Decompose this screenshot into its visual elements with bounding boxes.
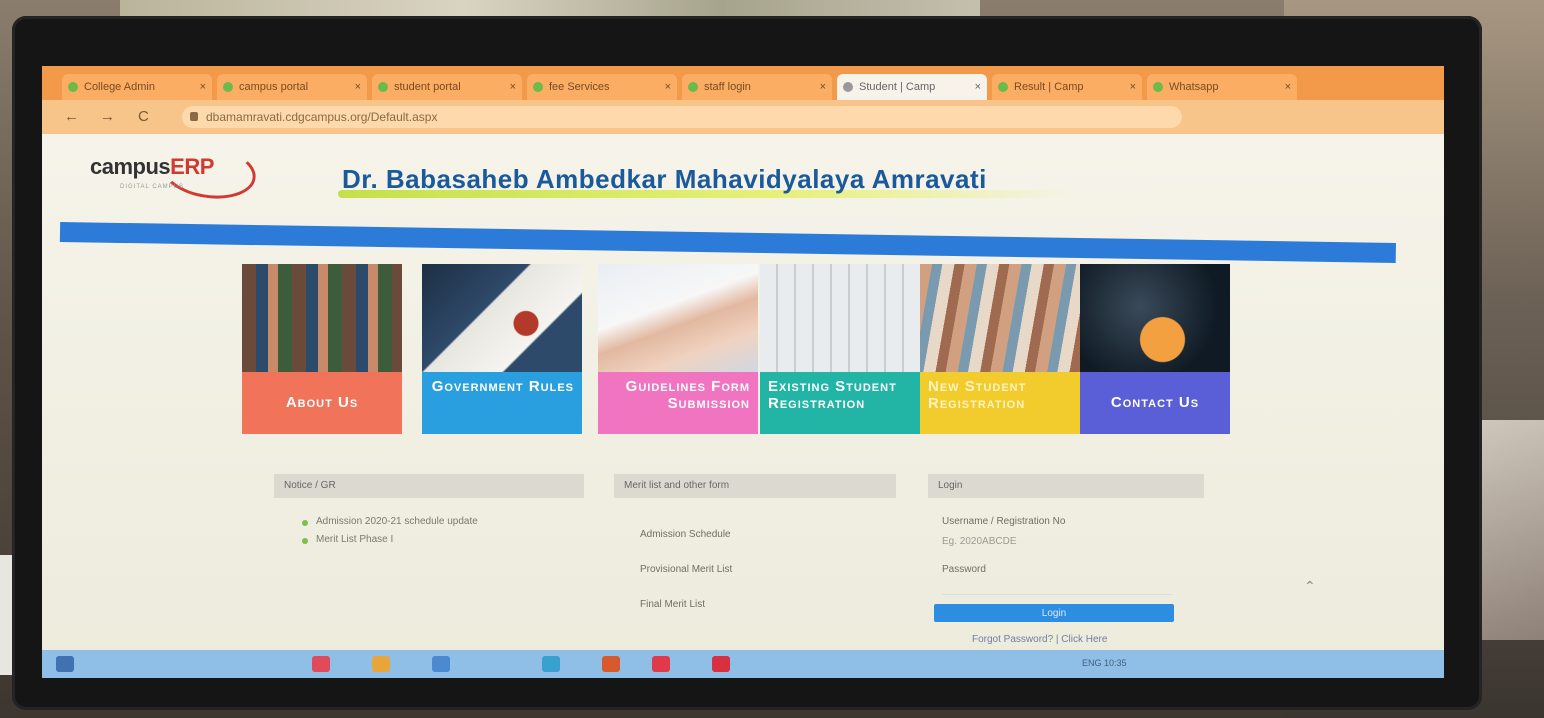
tab-label: student portal [394,81,461,93]
app-icon[interactable] [602,656,620,672]
browser-tab[interactable]: staff login × [682,74,832,100]
browser-tab[interactable]: student portal × [372,74,522,100]
app-icon[interactable] [652,656,670,672]
app-icon[interactable] [312,656,330,672]
tab-favicon-icon [378,82,388,92]
tile-label: New Student Registration [920,372,1080,434]
tile-contact-us[interactable]: Contact Us [1080,264,1230,444]
tile-label: Government Rules [422,372,582,434]
bullet-icon [302,538,308,544]
reload-icon[interactable]: C [138,108,149,125]
close-icon[interactable]: × [665,74,671,100]
notice-item[interactable]: Merit List Phase I [302,534,393,545]
browser-address-bar: ← → C dbamamravati.cdgcampus.org/Default… [42,100,1444,134]
browser-tab-bar: College Admin × campus portal × student po… [42,66,1444,102]
browser-tab[interactable]: Whatsapp × [1147,74,1297,100]
username-label: Username / Registration No [942,516,1066,527]
tile-label: About Us [242,372,402,434]
tab-label: Whatsapp [1169,81,1219,93]
close-icon[interactable]: × [355,74,361,100]
browser-tab[interactable]: fee Services × [527,74,677,100]
tab-favicon-icon [998,82,1008,92]
back-arrow-icon[interactable]: ← [64,108,79,125]
monitor-frame: College Admin × campus portal × student po… [12,16,1482,710]
close-icon[interactable]: × [1130,74,1136,100]
tile-government-rules[interactable]: Government Rules [422,264,582,444]
header-blue-bar [59,222,1396,263]
browser-tab[interactable]: College Admin × [62,74,212,100]
forgot-password-link[interactable]: Forgot Password? | Click Here [972,634,1107,645]
tile-label: Existing Student Registration [760,372,920,434]
login-section-header: Login [928,474,1204,498]
tab-label: College Admin [84,81,155,93]
gavel-documents-image [422,264,582,372]
students-group-image [242,264,402,372]
tile-label: Contact Us [1080,372,1230,434]
menu-tiles: About Us Government Rules Guidelines For… [242,264,1242,444]
tile-about-us[interactable]: About Us [242,264,402,444]
tile-new-student-registration[interactable]: New Student Registration [920,264,1080,444]
notice-item[interactable]: Admission 2020-21 schedule update [302,516,478,527]
keyboard-typing-image [760,264,920,372]
app-icon[interactable] [542,656,560,672]
username-input[interactable]: Eg. 2020ABCDE [942,536,1017,547]
tile-label: Guidelines Form Submission [598,372,758,434]
tab-label: staff login [704,81,751,93]
college-title: Dr. Babasaheb Ambedkar Mahavidyalaya Amr… [342,164,987,194]
tab-label: Result | Camp [1014,81,1084,93]
close-icon[interactable]: × [975,74,981,100]
provisional-merit-list-link[interactable]: Provisional Merit List [640,564,732,575]
tile-existing-student-registration[interactable]: Existing Student Registration [760,264,920,444]
final-merit-list-link[interactable]: Final Merit List [640,599,705,610]
hand-writing-image [598,264,758,372]
lock-icon [190,112,198,121]
chrome-icon[interactable] [372,656,390,672]
tab-label: fee Services [549,81,610,93]
logo-swoosh-icon [158,139,260,205]
password-label: Password [942,564,986,575]
web-page: campusERP DIGITAL CAMPUS Dr. Babasaheb A… [42,134,1444,678]
notice-text: Admission 2020-21 schedule update [316,516,478,527]
app-icon[interactable] [712,656,730,672]
merit-section-header: Merit list and other form [614,474,896,498]
browser-tab[interactable]: Result | Camp × [992,74,1142,100]
tab-favicon-icon [533,82,543,92]
tab-favicon-icon [688,82,698,92]
system-tray[interactable]: ENG 10:35 [1082,658,1127,668]
url-input[interactable]: dbamamravati.cdgcampus.org/Default.aspx [182,106,1182,128]
close-icon[interactable]: × [200,74,206,100]
tile-guidelines-form-submission[interactable]: Guidelines Form Submission [598,264,758,444]
login-button[interactable]: Login [934,604,1174,622]
start-icon[interactable] [56,656,74,672]
tab-favicon-icon [223,82,233,92]
app-icon[interactable] [432,656,450,672]
tab-favicon-icon [843,82,853,92]
forward-arrow-icon[interactable]: → [100,108,115,125]
screen: College Admin × campus portal × student po… [42,66,1444,678]
tab-favicon-icon [68,82,78,92]
browser-tab[interactable]: campus portal × [217,74,367,100]
password-field[interactable] [942,580,1172,595]
logo-tagline: DIGITAL CAMPUS [120,184,185,190]
tab-label: Student | Camp [859,81,936,93]
close-icon[interactable]: × [510,74,516,100]
windows-taskbar: ENG 10:35 [42,650,1444,678]
close-icon[interactable]: × [1285,74,1291,100]
admission-schedule-link[interactable]: Admission Schedule [640,529,731,540]
notice-text: Merit List Phase I [316,534,394,545]
close-icon[interactable]: × [820,74,826,100]
url-text: dbamamravati.cdgcampus.org/Default.aspx [206,110,438,124]
tab-favicon-icon [1153,82,1163,92]
logo-prefix: campus [90,154,171,179]
browser-tab-active[interactable]: Student | Camp × [837,74,987,100]
contact-phone-image [1080,264,1230,372]
bullet-icon [302,520,308,526]
students-exam-image [920,264,1080,372]
tab-label: campus portal [239,81,309,93]
scroll-arrow-icon[interactable]: ⌃ [1304,578,1316,595]
notice-section-header: Notice / GR [274,474,584,498]
